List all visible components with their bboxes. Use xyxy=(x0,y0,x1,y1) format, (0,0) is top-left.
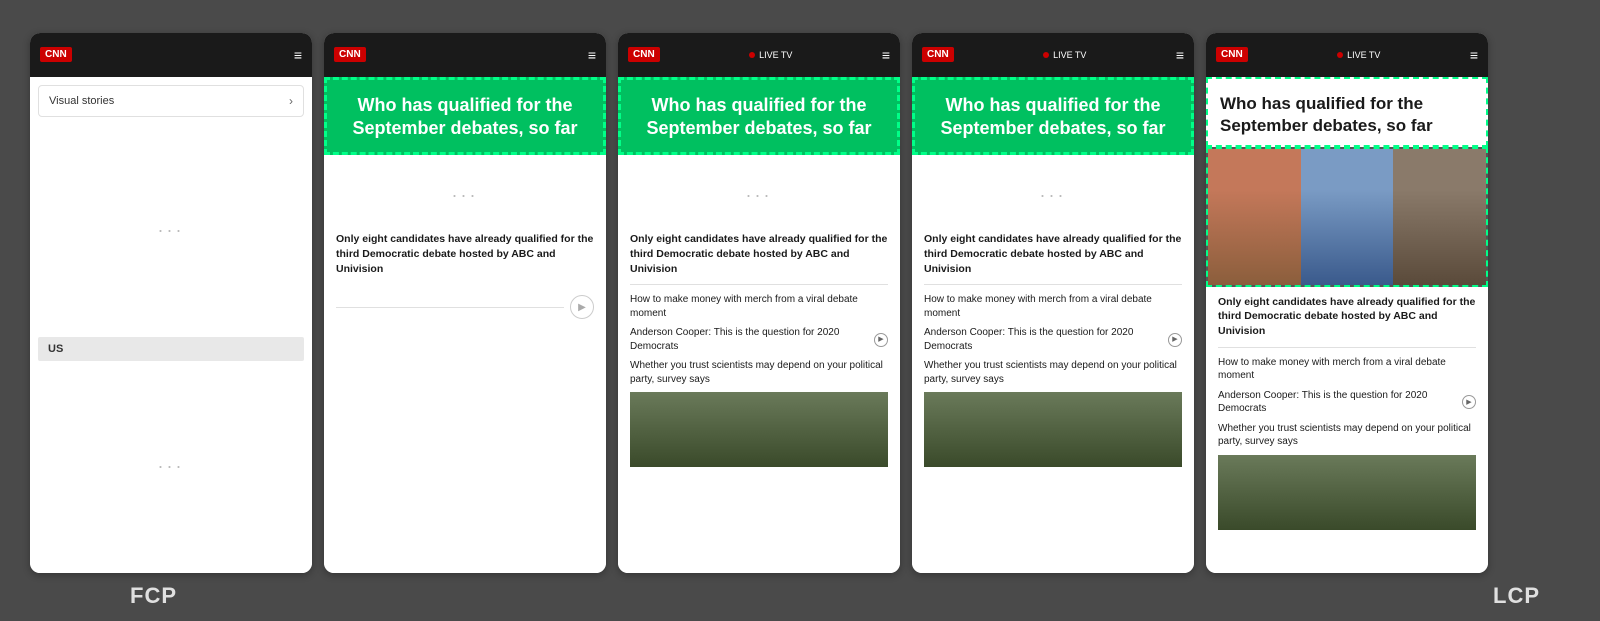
lcp-label: LCP xyxy=(1493,583,1540,609)
article-placeholder-2: ··· xyxy=(336,165,594,226)
cnn-logo-4: CNN xyxy=(922,47,954,62)
visual-stories-label: Visual stories xyxy=(49,95,114,107)
placeholder-dots-1: ··· xyxy=(30,125,312,337)
labels-row: FCP LCP xyxy=(0,583,1600,609)
article-title-5: Who has qualified for the September deba… xyxy=(1220,93,1474,137)
sub-article-3-4: Whether you trust scientists may depend … xyxy=(924,359,1182,386)
article-title-4: Who has qualified for the September deba… xyxy=(927,94,1179,141)
cnn-logo-3: CNN xyxy=(628,47,660,62)
phone-frame-1: CNN ≡ Visual stories › ··· US ··· xyxy=(30,33,312,573)
screenshots-row: CNN ≡ Visual stories › ··· US ··· CNN ≡ … xyxy=(0,13,1600,583)
fcp-label: FCP xyxy=(130,583,177,609)
phone-header-2: CNN ≡ xyxy=(324,33,606,77)
visual-stories-bar[interactable]: Visual stories › xyxy=(38,85,304,117)
article-body-5: Only eight candidates have already quali… xyxy=(1206,287,1488,573)
article-body-4: ··· Only eight candidates have already q… xyxy=(912,155,1194,572)
article-image-3 xyxy=(630,392,888,467)
phone-content-4: Who has qualified for the September deba… xyxy=(912,77,1194,573)
phone-frame-4: CNN LIVE TV ≡ Who has qualified for the … xyxy=(912,33,1194,573)
article-header-green-2: Who has qualified for the September deba… xyxy=(324,77,606,156)
hamburger-icon-2: ≡ xyxy=(588,47,596,63)
phone-content-2: Who has qualified for the September deba… xyxy=(324,77,606,573)
hamburger-icon-4: ≡ xyxy=(1176,47,1184,63)
sub-article-2-5: Anderson Cooper: This is the question fo… xyxy=(1218,389,1476,416)
person-kamala xyxy=(1208,149,1301,285)
live-tv-3: LIVE TV xyxy=(749,50,792,60)
article-header-green-4: Who has qualified for the September deba… xyxy=(912,77,1194,156)
phone-header-3: CNN LIVE TV ≡ xyxy=(618,33,900,77)
phone-content-5: Who has qualified for the September deba… xyxy=(1206,77,1488,573)
phone-frame-3: CNN LIVE TV ≡ Who has qualified for the … xyxy=(618,33,900,573)
live-dot-4 xyxy=(1043,52,1049,58)
article-title-3: Who has qualified for the September deba… xyxy=(633,94,885,141)
phone-header-4: CNN LIVE TV ≡ xyxy=(912,33,1194,77)
cnn-logo-2: CNN xyxy=(334,47,366,62)
phone-frame-2: CNN ≡ Who has qualified for the Septembe… xyxy=(324,33,606,573)
main-article-text-4: Only eight candidates have already quali… xyxy=(924,232,1182,276)
article-body-2: ··· Only eight candidates have already q… xyxy=(324,155,606,572)
sub-article-3-3: Whether you trust scientists may depend … xyxy=(630,359,888,386)
article-image-4 xyxy=(924,392,1182,467)
cnn-logo-1: CNN xyxy=(40,47,72,62)
phone-frame-5: CNN LIVE TV ≡ Who has qualified for the … xyxy=(1206,33,1488,573)
article-header-lcp: Who has qualified for the September deba… xyxy=(1206,77,1488,147)
hamburger-icon-3: ≡ xyxy=(882,47,890,63)
live-dot-5 xyxy=(1337,52,1343,58)
hamburger-icon-1: ≡ xyxy=(294,47,302,63)
hamburger-icon-5: ≡ xyxy=(1470,47,1478,63)
vid-placeholder-2: ▶ xyxy=(336,282,594,332)
debate-image xyxy=(1206,147,1488,287)
article-placeholder-4: ··· xyxy=(924,165,1182,226)
play-icon-3: ▶ xyxy=(874,333,888,347)
sub-article-2-3: Anderson Cooper: This is the question fo… xyxy=(630,326,888,353)
live-dot-3 xyxy=(749,52,755,58)
live-tv-5: LIVE TV xyxy=(1337,50,1380,60)
sub-article-2-4: Anderson Cooper: This is the question fo… xyxy=(924,326,1182,353)
sub-article-1-4: How to make money with merch from a vira… xyxy=(924,293,1182,320)
main-article-text-3: Only eight candidates have already quali… xyxy=(630,232,888,276)
person-booker xyxy=(1393,149,1486,285)
article-image-5 xyxy=(1218,455,1476,530)
live-tv-4: LIVE TV xyxy=(1043,50,1086,60)
article-placeholder-3: ··· xyxy=(630,165,888,226)
sub-article-1-3: How to make money with merch from a vira… xyxy=(630,293,888,320)
phone-content-1: Visual stories › ··· US ··· xyxy=(30,77,312,573)
main-article-text-2: Only eight candidates have already quali… xyxy=(336,232,594,276)
article-body-3: ··· Only eight candidates have already q… xyxy=(618,155,900,572)
phone-header-1: CNN ≡ xyxy=(30,33,312,77)
article-title-2: Who has qualified for the September deba… xyxy=(339,94,591,141)
person-biden xyxy=(1301,149,1394,285)
play-icon-5: ▶ xyxy=(1462,395,1476,409)
chevron-icon: › xyxy=(289,94,293,108)
placeholder-dots-2: ··· xyxy=(30,361,312,573)
article-header-green-3: Who has qualified for the September deba… xyxy=(618,77,900,156)
sub-article-3-5: Whether you trust scientists may depend … xyxy=(1218,422,1476,449)
us-section-label: US xyxy=(38,337,304,361)
play-icon-4: ▶ xyxy=(1168,333,1182,347)
main-article-text-5: Only eight candidates have already quali… xyxy=(1218,295,1476,339)
phone-header-5: CNN LIVE TV ≡ xyxy=(1206,33,1488,77)
debate-img-inner xyxy=(1208,149,1486,285)
cnn-logo-5: CNN xyxy=(1216,47,1248,62)
sub-article-1-5: How to make money with merch from a vira… xyxy=(1218,356,1476,383)
phone-content-3: Who has qualified for the September deba… xyxy=(618,77,900,573)
